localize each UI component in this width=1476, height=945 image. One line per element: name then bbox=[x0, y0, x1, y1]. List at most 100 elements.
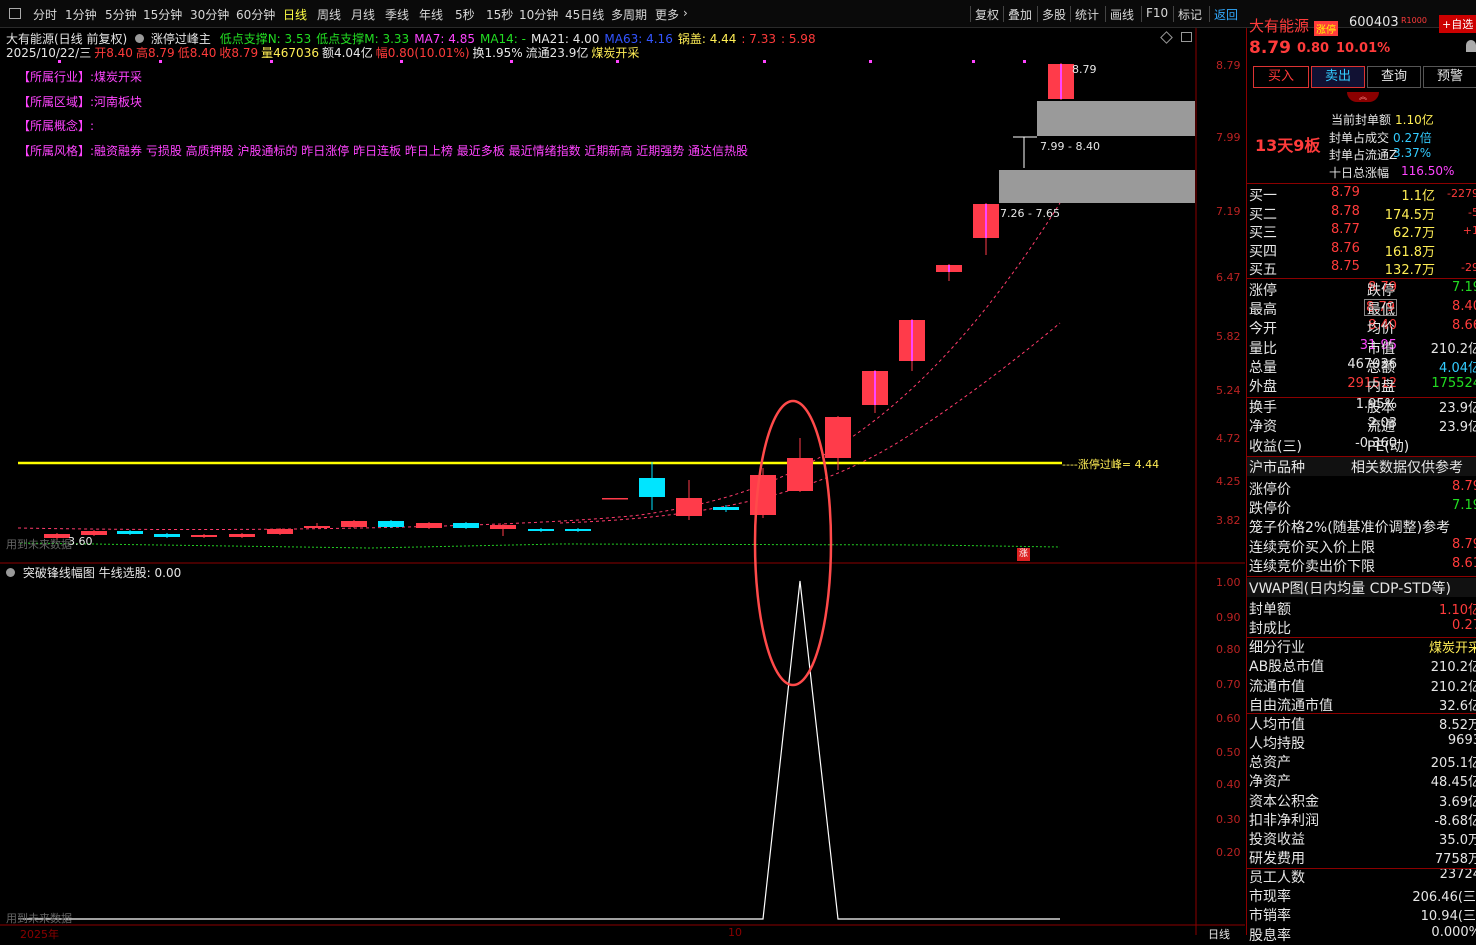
market-label: 笼子价格2%(随基准价调整)参考 bbox=[1249, 520, 1451, 537]
bid-row[interactable]: 买四 8.76 161.8万 bbox=[1247, 241, 1476, 260]
fund-label: 资本公积金 bbox=[1249, 793, 1319, 810]
alert-button[interactable]: 预警 bbox=[1423, 66, 1476, 88]
yellow-line-label: ----涨停过峰= 4.44 bbox=[1062, 458, 1160, 471]
period-tag: 日线 bbox=[1208, 928, 1230, 941]
toolbar-tool[interactable]: 画线 bbox=[1110, 6, 1134, 23]
fund-label: 人均持股 bbox=[1249, 736, 1305, 753]
stat-value: 8.40 bbox=[1452, 299, 1476, 315]
year-label: 2025年 bbox=[20, 928, 59, 941]
add-watchlist-button[interactable]: +自选 bbox=[1439, 15, 1476, 33]
stat-label: 收益(三) bbox=[1249, 438, 1302, 455]
fund-value: 8.52万 bbox=[1439, 717, 1476, 733]
indicator-toggle-icon[interactable] bbox=[135, 34, 145, 43]
bid-volume: 132.7万 bbox=[1384, 263, 1435, 279]
bid-row[interactable]: 买三 8.77 62.7万 +1 bbox=[1247, 222, 1476, 241]
fund-value: 210.2亿 bbox=[1430, 679, 1476, 695]
toolbar-tool[interactable]: 统计 bbox=[1075, 6, 1099, 23]
divider bbox=[1070, 6, 1071, 22]
fund-row: 人均持股 9693 bbox=[1247, 733, 1476, 752]
ma-value: : 5.98 bbox=[781, 32, 816, 46]
period-tab[interactable]: 季线 bbox=[385, 6, 409, 23]
month-label: 10 bbox=[728, 926, 742, 939]
candle-body bbox=[304, 526, 330, 528]
stat-label: 量比 bbox=[1249, 340, 1277, 357]
sell-button[interactable]: 卖出 bbox=[1311, 66, 1365, 88]
toolbar-tool[interactable]: 标记 bbox=[1178, 6, 1202, 23]
market-label: 连续竞价卖出价下限 bbox=[1249, 558, 1375, 575]
query-button[interactable]: 查询 bbox=[1367, 66, 1421, 88]
price-tick: 5.82 bbox=[1216, 330, 1241, 343]
toolbar-tool[interactable]: 复权 bbox=[975, 6, 999, 23]
buy-button[interactable]: 买入 bbox=[1253, 66, 1309, 88]
period-tab[interactable]: 日线 bbox=[283, 6, 307, 23]
period-tab[interactable]: 15分钟 bbox=[143, 6, 182, 23]
period-tab[interactable]: 5秒 bbox=[455, 6, 475, 23]
period-tab[interactable]: 多周期 bbox=[611, 6, 647, 23]
candle-body bbox=[787, 458, 813, 491]
bid-row[interactable]: 买一 8.79 1.1亿 -2279 bbox=[1247, 185, 1476, 204]
period-tab[interactable]: 60分钟 bbox=[236, 6, 275, 23]
period-tab[interactable]: 年线 bbox=[419, 6, 443, 23]
stat-label: 最高 bbox=[1249, 302, 1277, 319]
ohlc-value: 换1.95% bbox=[472, 46, 523, 60]
fund-label: 员工人数 bbox=[1249, 870, 1305, 887]
divider bbox=[1247, 868, 1476, 869]
candle-body bbox=[117, 531, 143, 534]
period-tab[interactable]: 45日线 bbox=[565, 6, 604, 23]
stat-label: 均价 bbox=[1367, 321, 1395, 338]
sub-tick: 0.40 bbox=[1216, 778, 1241, 791]
seal-label: 当前封单额 bbox=[1331, 113, 1392, 127]
fund-label: 扣非净利润 bbox=[1249, 812, 1319, 829]
ohlc-value: 煤炭开采 bbox=[591, 46, 640, 60]
toolbar-tool[interactable]: 返回 bbox=[1214, 6, 1238, 23]
peak-label: 8.79 bbox=[1072, 63, 1097, 76]
fund-row: AB股总市值 210.2亿 bbox=[1247, 656, 1476, 675]
info-row: 【所属区域】:河南板块 bbox=[18, 93, 142, 110]
vwap-link[interactable]: VWAP图(日内均量 CDP-STD等) bbox=[1247, 578, 1476, 597]
bid-label: 买三 bbox=[1249, 225, 1277, 242]
bid-row[interactable]: 买二 8.78 174.5万 -5 bbox=[1247, 204, 1476, 223]
period-tab[interactable]: 1分钟 bbox=[65, 6, 97, 23]
fund-row: 资本公积金 3.69亿 bbox=[1247, 791, 1476, 810]
period-tab[interactable]: 月线 bbox=[351, 6, 375, 23]
sub-toggle-icon[interactable] bbox=[6, 568, 15, 577]
fund-value: 0.27 bbox=[1452, 618, 1476, 634]
period-tab[interactable]: 分时 bbox=[33, 6, 57, 23]
sub-indicator-name: 突破锋线幅图 bbox=[22, 566, 95, 580]
toolbar-tool[interactable]: 叠加 bbox=[1008, 6, 1032, 23]
bid-label: 买一 bbox=[1249, 188, 1277, 204]
period-tab[interactable]: 30分钟 bbox=[190, 6, 229, 23]
toolbar-tool[interactable]: 多股 bbox=[1042, 6, 1066, 23]
layout-icon[interactable] bbox=[9, 8, 21, 19]
stat-label: 总量 bbox=[1249, 359, 1277, 376]
period-tab[interactable]: 周线 bbox=[317, 6, 341, 23]
bid-volume: 62.7万 bbox=[1393, 226, 1435, 242]
period-tab[interactable]: 10分钟 bbox=[519, 6, 558, 23]
sub-tick: 0.50 bbox=[1216, 746, 1241, 759]
fund-row: 扣非净利润 -8.68亿 bbox=[1247, 810, 1476, 829]
candle-body bbox=[639, 478, 665, 497]
panel-stock-name: 大有能源 bbox=[1249, 17, 1310, 35]
kline-chart-area[interactable]: 大有能源(日线 前复权) 涨停过峰主 低点支撑N: 3.53 低点支撑M: 3.3… bbox=[0, 28, 1245, 941]
fund-label: 市销率 bbox=[1249, 908, 1291, 925]
period-tab[interactable]: 15秒 bbox=[486, 6, 513, 23]
toolbar-tool[interactable]: F10 bbox=[1146, 6, 1168, 20]
stat-label: 换手 bbox=[1249, 400, 1277, 417]
support-line bbox=[19, 542, 1061, 549]
market-value: 8.79 bbox=[1452, 536, 1476, 552]
info-value: 融资融券 亏损股 高质押股 沪股通标的 昨日涨停 昨日连板 昨日上榜 最近多板 … bbox=[94, 143, 749, 158]
collapse-icon[interactable]: ︽ bbox=[1347, 92, 1379, 102]
bell-icon[interactable] bbox=[1466, 40, 1476, 52]
candle-body bbox=[490, 525, 516, 529]
more-chevron-icon[interactable]: › bbox=[683, 6, 688, 20]
window-icon[interactable] bbox=[1181, 32, 1192, 42]
zone2-label: 7.26 - 7.65 bbox=[1000, 207, 1060, 220]
fund-row: 人均市值 8.52万 bbox=[1247, 714, 1476, 733]
fund-row: 投资收益 35.0万 bbox=[1247, 829, 1476, 848]
bid-row[interactable]: 买五 8.75 132.7万 -29 bbox=[1247, 259, 1476, 278]
price-tick: 7.19 bbox=[1216, 205, 1241, 218]
period-tab[interactable]: 5分钟 bbox=[105, 6, 137, 23]
period-tab[interactable]: 更多 bbox=[655, 6, 679, 23]
fund-value: 0.000% bbox=[1431, 924, 1476, 940]
kline-svg[interactable] bbox=[0, 28, 1245, 935]
